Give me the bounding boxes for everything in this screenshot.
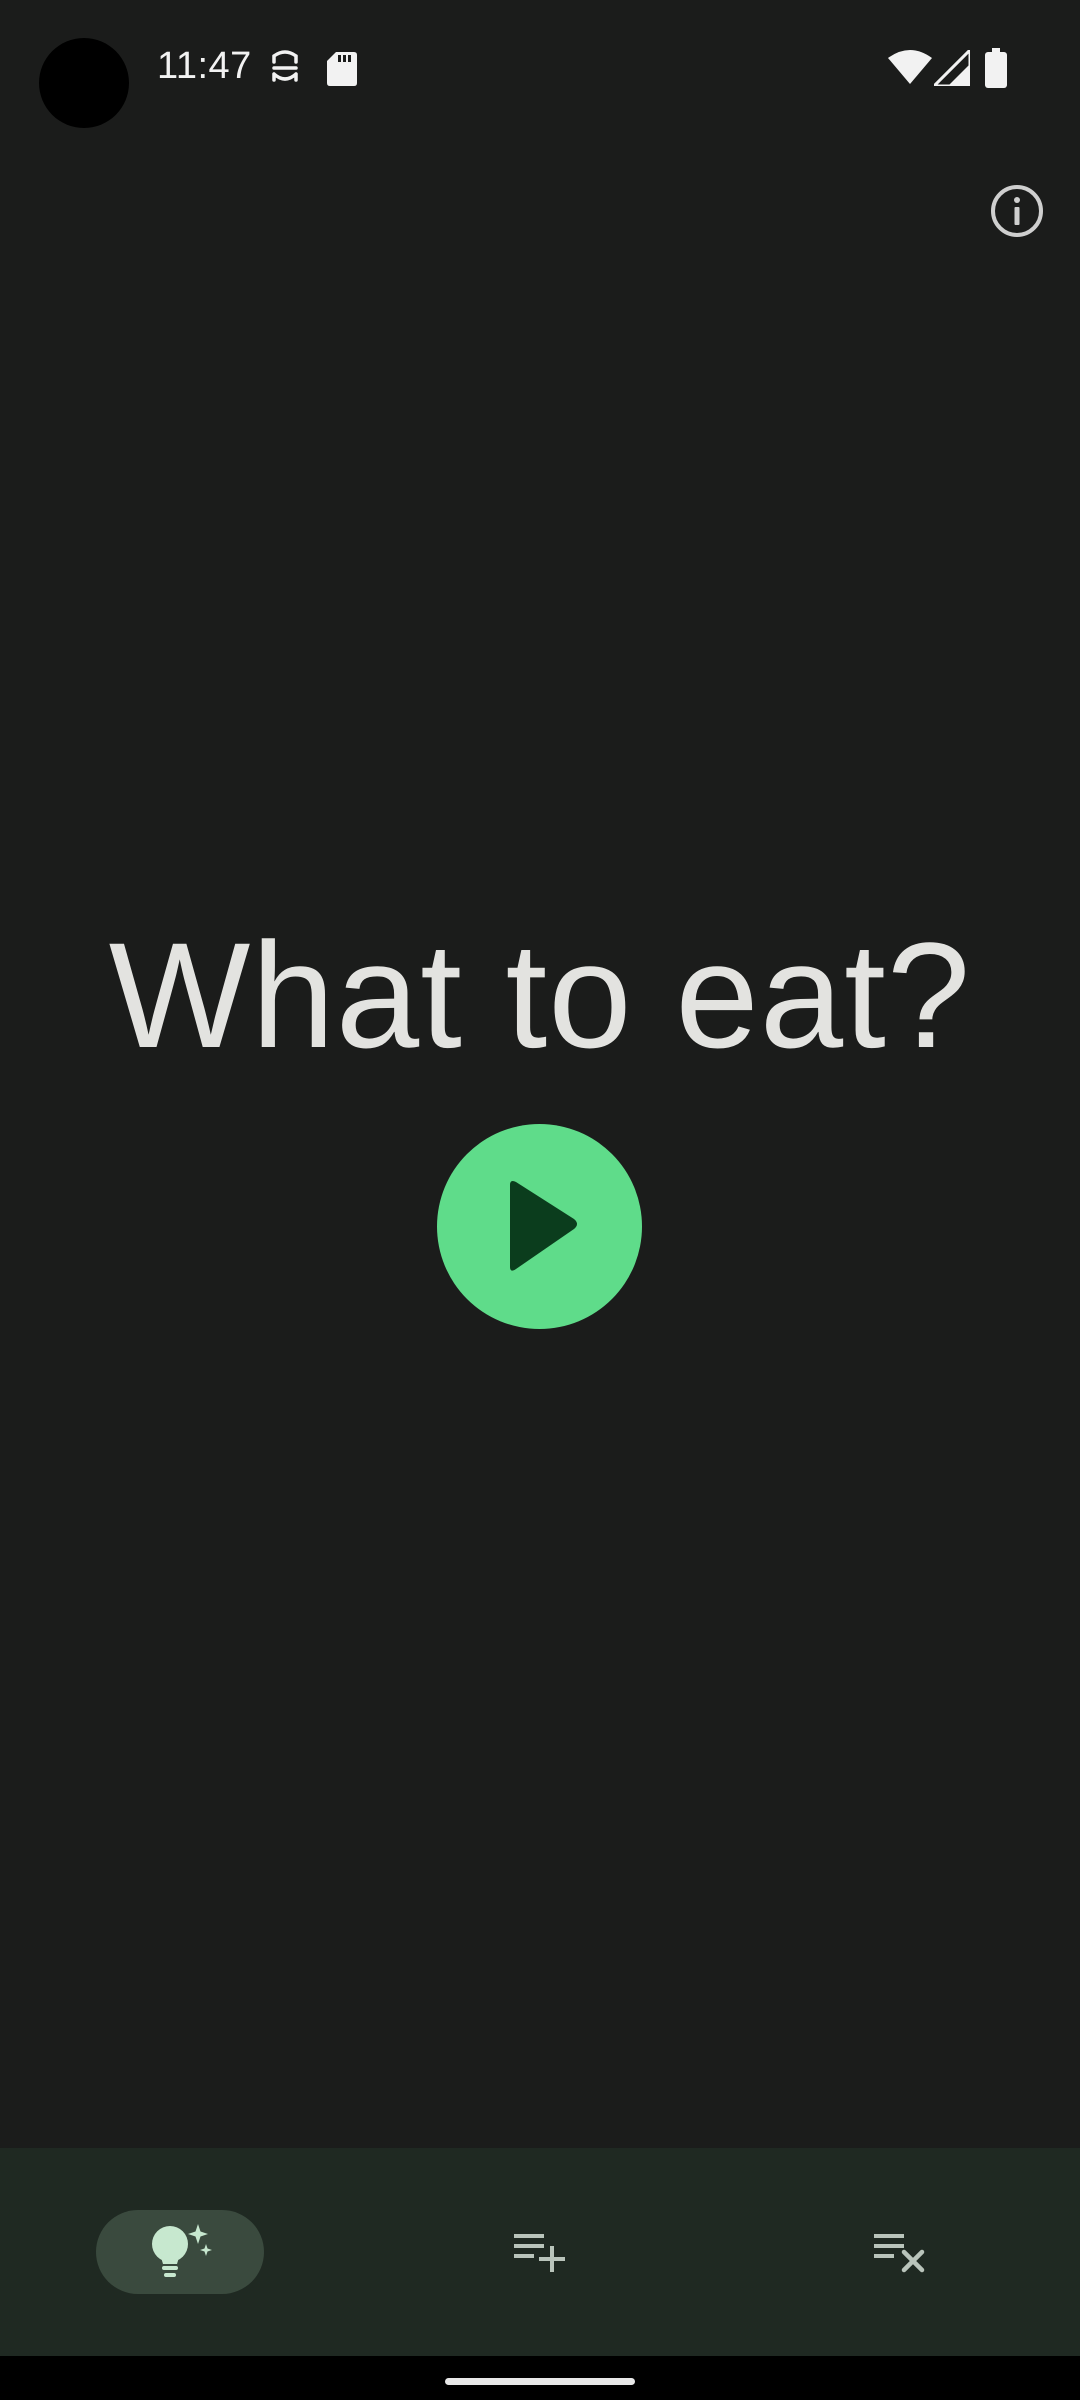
info-button[interactable]: [986, 180, 1048, 242]
camera-cutout: [39, 38, 129, 128]
playlist-remove-icon: [874, 2234, 925, 2273]
status-time: 11:47: [157, 45, 252, 87]
info-icon: [991, 185, 1043, 237]
play-icon: [509, 1180, 577, 1271]
status-bar: 11:47: [0, 0, 1080, 140]
sd-card-icon: [327, 52, 357, 86]
bottom-navigation: [0, 2148, 1080, 2356]
play-button[interactable]: [437, 1124, 642, 1329]
battery-icon: [985, 48, 1007, 88]
nav-item-add[interactable]: [456, 2210, 624, 2294]
lightbulb-sparkle-icon: [152, 2224, 212, 2277]
wifi-icon: [888, 50, 932, 84]
gesture-navigation-bar: [0, 2356, 1080, 2400]
signal-icon: [934, 50, 970, 86]
nav-item-suggest[interactable]: [96, 2210, 264, 2294]
notification-app-icon: [272, 50, 298, 82]
playlist-add-icon: [514, 2234, 565, 2272]
nav-item-remove[interactable]: [816, 2210, 984, 2294]
home-gesture-handle[interactable]: [445, 2378, 635, 2385]
page-title: What to eat?: [108, 911, 972, 1079]
app-screen: 11:47 What to eat?: [0, 0, 1080, 2400]
